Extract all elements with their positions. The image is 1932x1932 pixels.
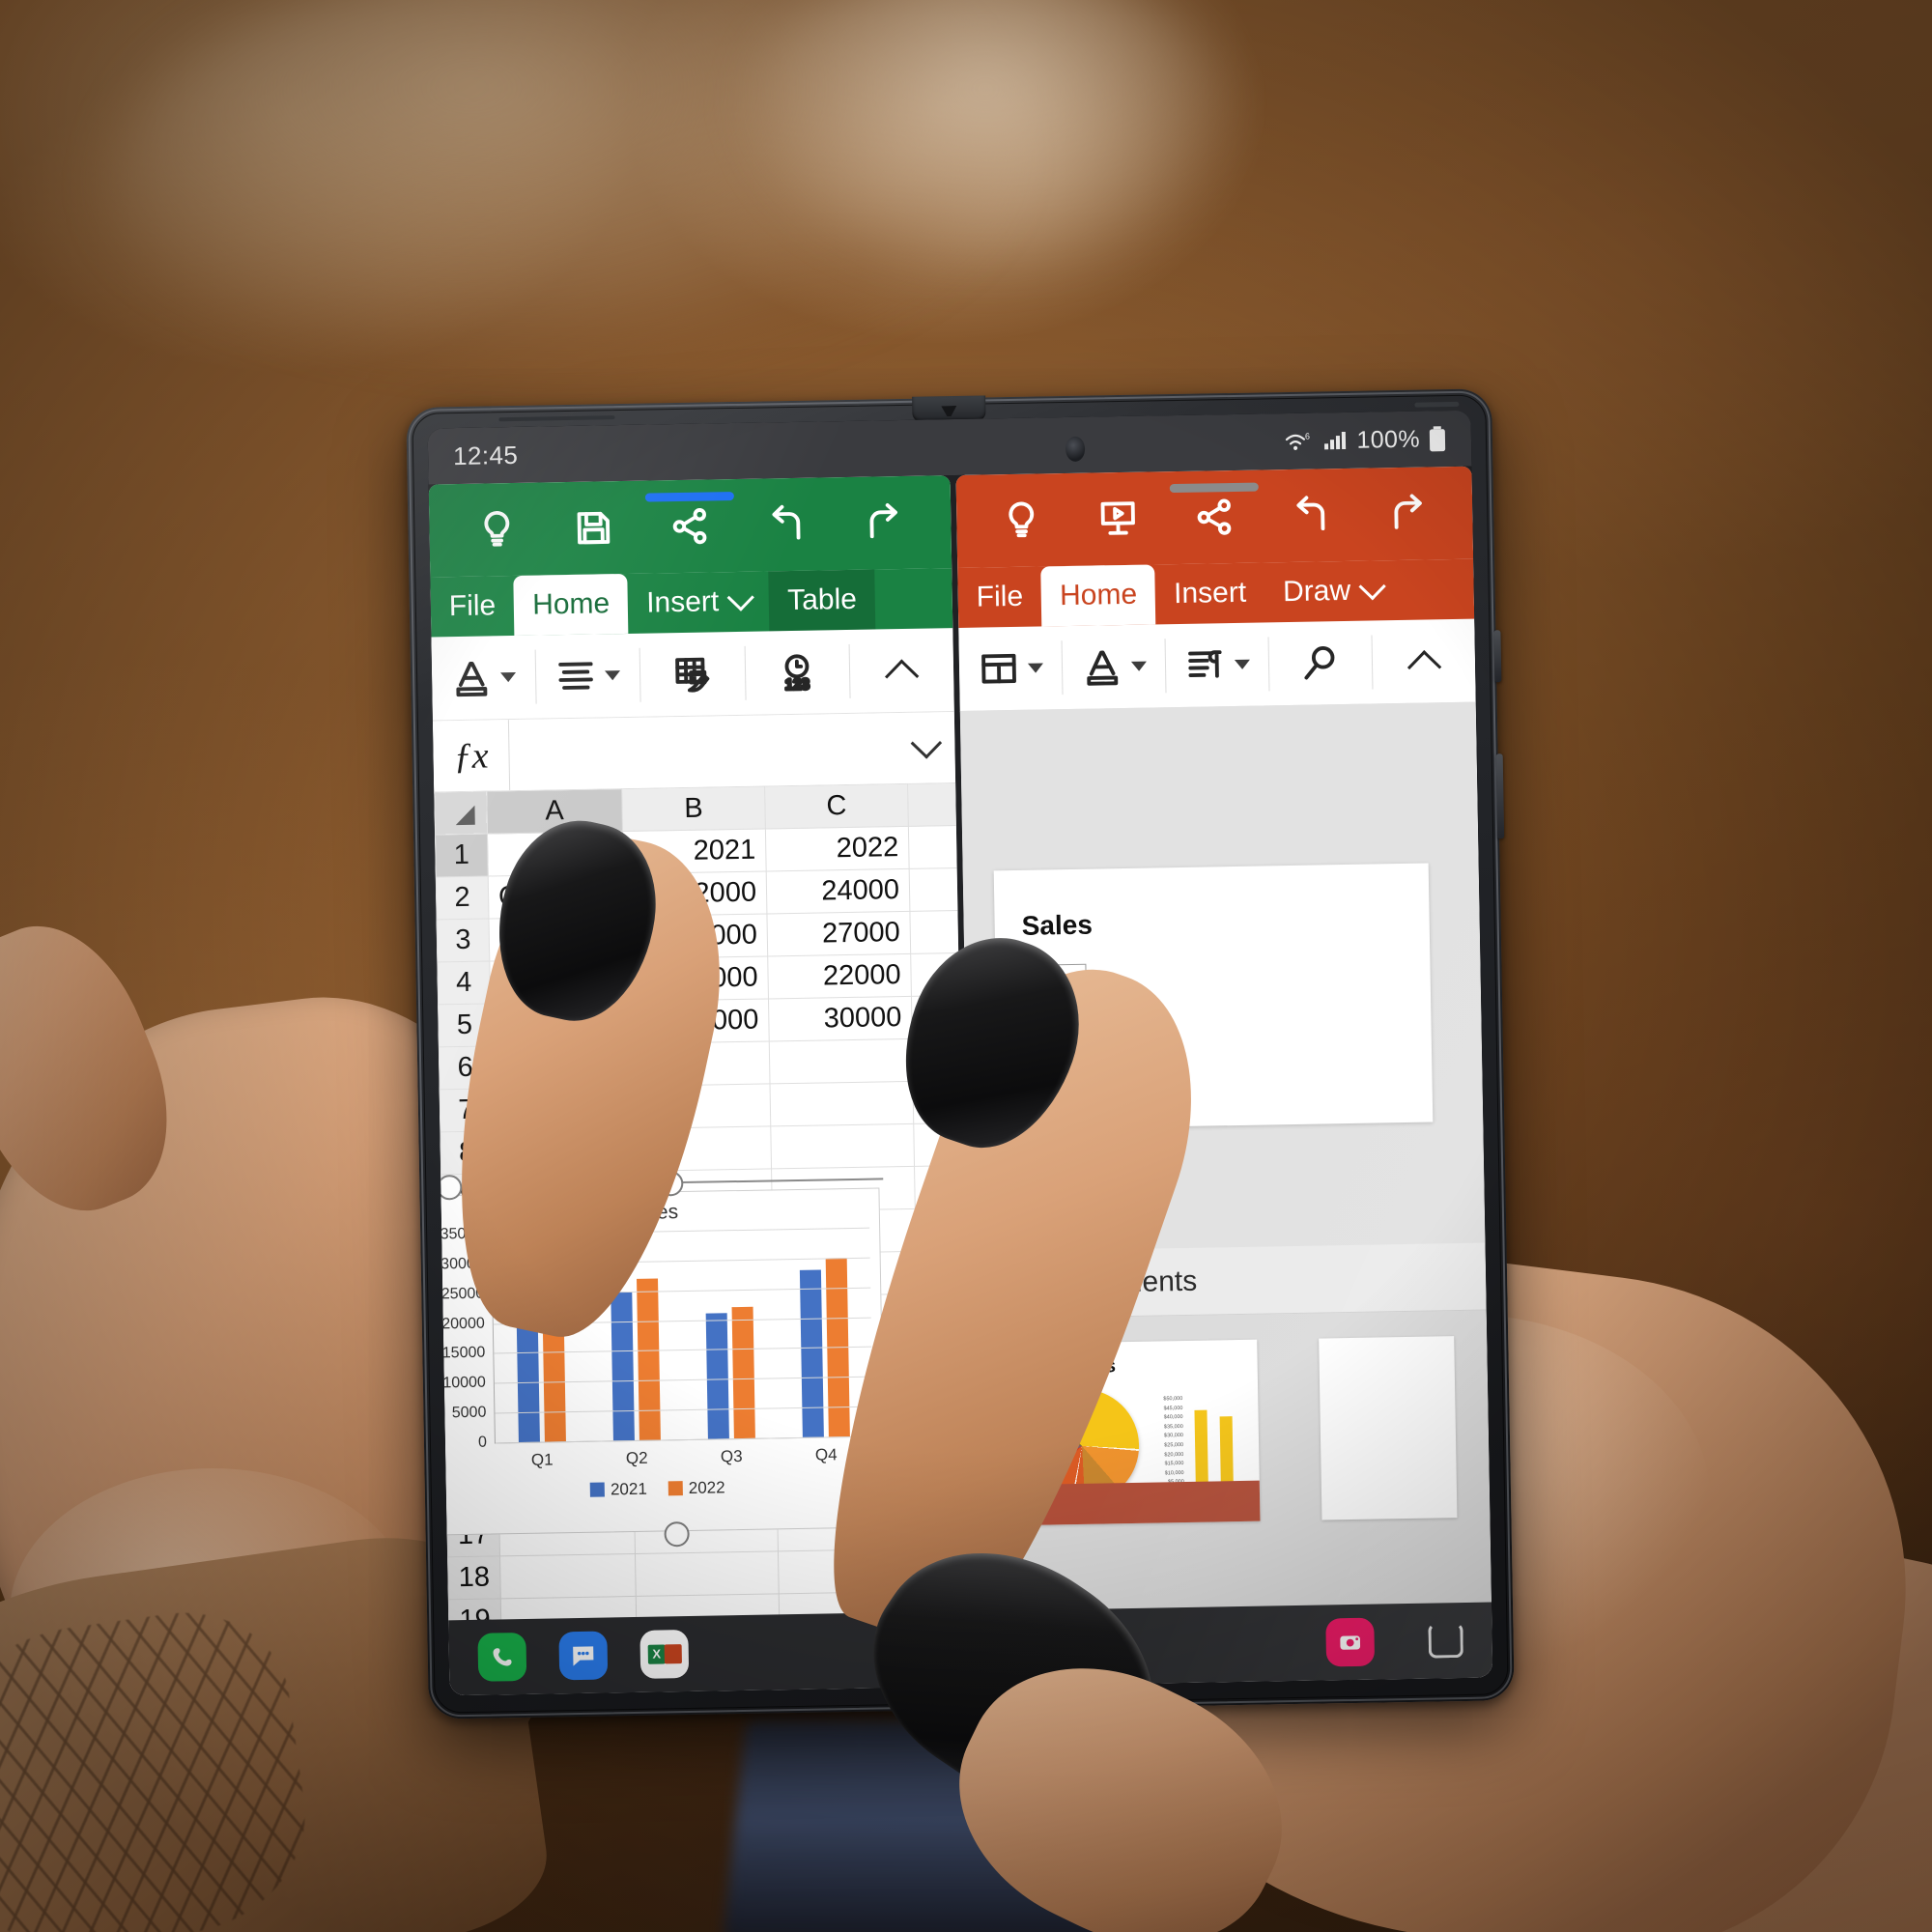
vignette-overlay xyxy=(0,0,1932,1932)
screenshot-root: 12:45 6 100% xyxy=(0,0,1932,1932)
